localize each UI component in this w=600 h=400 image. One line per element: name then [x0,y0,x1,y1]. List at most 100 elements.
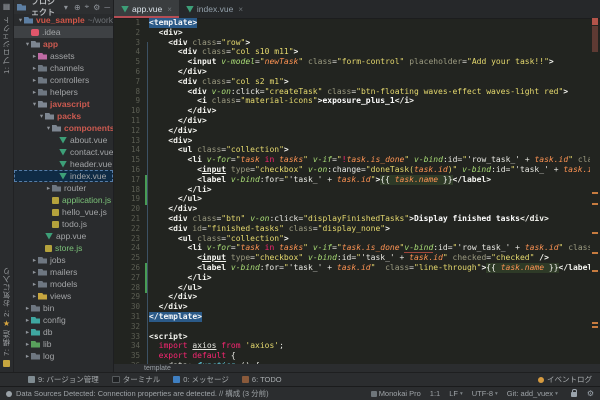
tree-item-models[interactable]: ▸ models [14,278,113,290]
tree-item-controllers[interactable]: ▸ controllers [14,74,113,86]
tree-item-bin[interactable]: ▸ bin [14,302,113,314]
toolwindow-button-todo[interactable]: 6: TODO [241,375,282,384]
collapsed-arrow-icon[interactable]: ▸ [24,316,31,324]
tree-item-contact-vue[interactable]: contact.vue [14,146,113,158]
tree-item-app-vue[interactable]: app.vue [14,230,113,242]
code-token: newTask [264,57,299,67]
collapsed-arrow-icon[interactable]: ▸ [24,340,31,348]
stripe-mark[interactable] [592,326,598,328]
tree-item-app[interactable]: ▾ app [14,38,113,50]
collapsed-arrow-icon[interactable]: ▸ [24,352,31,360]
expanded-arrow-icon[interactable]: ▾ [24,40,31,48]
expanded-arrow-icon[interactable]: ▾ [45,124,52,132]
inspection-status-icon[interactable] [592,18,598,25]
collapsed-arrow-icon[interactable]: ▸ [31,292,38,300]
tree-item-assets[interactable]: ▸ assets [14,50,113,62]
tree-item-application-js[interactable]: application.js [14,194,113,206]
collapsed-arrow-icon[interactable]: ▸ [24,328,31,336]
line-number: 8 [135,86,140,96]
tree-item-about-vue[interactable]: about.vue [14,134,113,146]
expanded-arrow-icon[interactable]: ▾ [17,16,24,24]
tree-item-views[interactable]: ▸ views [14,290,113,302]
tree-item-index-vue[interactable]: index.vue [14,170,113,182]
collapse-all-icon[interactable]: ⊕ [74,3,81,12]
collapsed-arrow-icon[interactable]: ▸ [31,88,38,96]
collapsed-arrow-icon[interactable]: ▸ [31,76,38,84]
tree-item-config[interactable]: ▸ config [14,314,113,326]
tree-item-javascript[interactable]: ▾ javascript [14,98,113,110]
tab-index-vue[interactable]: index.vue × [179,0,250,18]
collapsed-arrow-icon[interactable]: ▸ [24,304,31,312]
tree-item-helpers[interactable]: ▸ helpers [14,86,113,98]
tree-item-header-vue[interactable]: header.vue [14,158,113,170]
tree-item-router[interactable]: ▸ router [14,182,113,194]
tree-item--idea[interactable]: .idea [14,26,113,38]
tree-item-components[interactable]: ▾ components [14,122,113,134]
toolwindow-stripe-structure[interactable]: 7: 構造 [1,330,12,356]
code-editor[interactable]: 1 <template> 2 <div> 3 <div class = "row" >4 <… [114,18,590,364]
code-token: /> [534,253,549,263]
tree-item-lib[interactable]: ▸ lib [14,338,113,350]
scrollbar-thumb[interactable] [592,26,598,52]
expanded-arrow-icon[interactable]: ▾ [31,100,38,108]
code-token: task.is_done [346,155,405,165]
collapsed-arrow-icon[interactable]: ▸ [31,256,38,264]
tree-item-log[interactable]: ▸ log [14,350,113,362]
status-widget-git-add-vuex[interactable]: Git: add_vuex ▾ [507,389,558,398]
grid-icon [52,184,61,192]
tree-item-hello-vue-js[interactable]: hello_vue.js [14,206,113,218]
stripe-mark[interactable] [592,232,598,234]
stripe-mark[interactable] [592,252,598,254]
code-token: "collection" [226,233,284,243]
event-log-button[interactable]: イベントログ [538,374,592,385]
status-widget-1-1[interactable]: 1:1 [430,389,440,398]
code-line-19: 19 </ul> [114,194,590,204]
folder-teal-icon [31,328,40,336]
collapsed-arrow-icon[interactable]: ▸ [31,280,38,288]
close-tab-icon[interactable]: × [238,5,243,14]
status-widget-utf-8[interactable]: UTF-8 ▾ [472,389,498,398]
tree-item-vue-sample[interactable]: ▾ vue_sample ~/workspace/vue [14,14,113,26]
hide-panel-icon[interactable]: ─ [104,3,110,12]
collapsed-arrow-icon[interactable]: ▸ [31,52,38,60]
toolwindow-button-messages[interactable]: 0: メッセージ [173,374,229,385]
code-token: v-model [221,57,255,67]
stripe-mark[interactable] [592,192,598,194]
favorites-star-icon[interactable]: ★ [3,319,10,328]
project-toolwindow-icon[interactable]: ▦ [3,2,11,12]
code-line-22: 22 <div id = "finished-tasks" class = "displ… [114,224,590,234]
status-widget-label: Monokai Pro [378,389,421,398]
tree-item-todo-js[interactable]: todo.js [14,218,113,230]
locate-icon[interactable]: ⌖ [85,2,90,12]
toolwindow-stripe-favorites[interactable]: 2: お気に入り [1,267,12,317]
tree-item-mailers[interactable]: ▸ mailers [14,266,113,278]
error-stripe-scrollbar[interactable] [590,18,600,364]
tree-item-channels[interactable]: ▸ channels [14,62,113,74]
lock-icon[interactable] [570,389,577,397]
tree-item-db[interactable]: ▸ db [14,326,113,338]
hector-gear-icon[interactable]: ⚙ [587,389,594,398]
tree-item-packs[interactable]: ▾ packs [14,110,113,122]
status-widget-monokai-pro[interactable]: Monokai Pro [370,389,421,398]
stripe-mark[interactable] [592,203,598,205]
structure-icon[interactable] [3,360,10,367]
collapsed-arrow-icon[interactable]: ▸ [31,268,38,276]
chevron-down-icon[interactable]: ▾ [64,3,68,12]
collapsed-arrow-icon[interactable]: ▸ [31,64,38,72]
toolwindow-button-vcs[interactable]: 9: バージョン管理 [28,374,99,385]
tree-item-store-js[interactable]: store.js [14,242,113,254]
tree-item-jobs[interactable]: ▸ jobs [14,254,113,266]
close-tab-icon[interactable]: × [167,5,172,14]
stripe-mark[interactable] [592,270,598,272]
tab-app-vue[interactable]: app.vue × [114,0,179,18]
expanded-arrow-icon[interactable]: ▾ [38,112,45,120]
status-message[interactable]: Data Sources Detected: Connection proper… [16,388,269,399]
toolwindow-stripe-project[interactable]: 1: プロジェクト [1,16,12,74]
stripe-mark[interactable] [592,322,598,324]
code-token: v-bind [230,174,260,184]
status-widget-lf[interactable]: LF ▾ [449,389,463,398]
toolwindow-button-terminal[interactable]: ターミナル [111,374,160,385]
collapsed-arrow-icon[interactable]: ▸ [45,184,52,192]
gear-icon[interactable]: ⚙ [93,3,100,12]
breadcrumb-template[interactable]: template [144,365,171,372]
